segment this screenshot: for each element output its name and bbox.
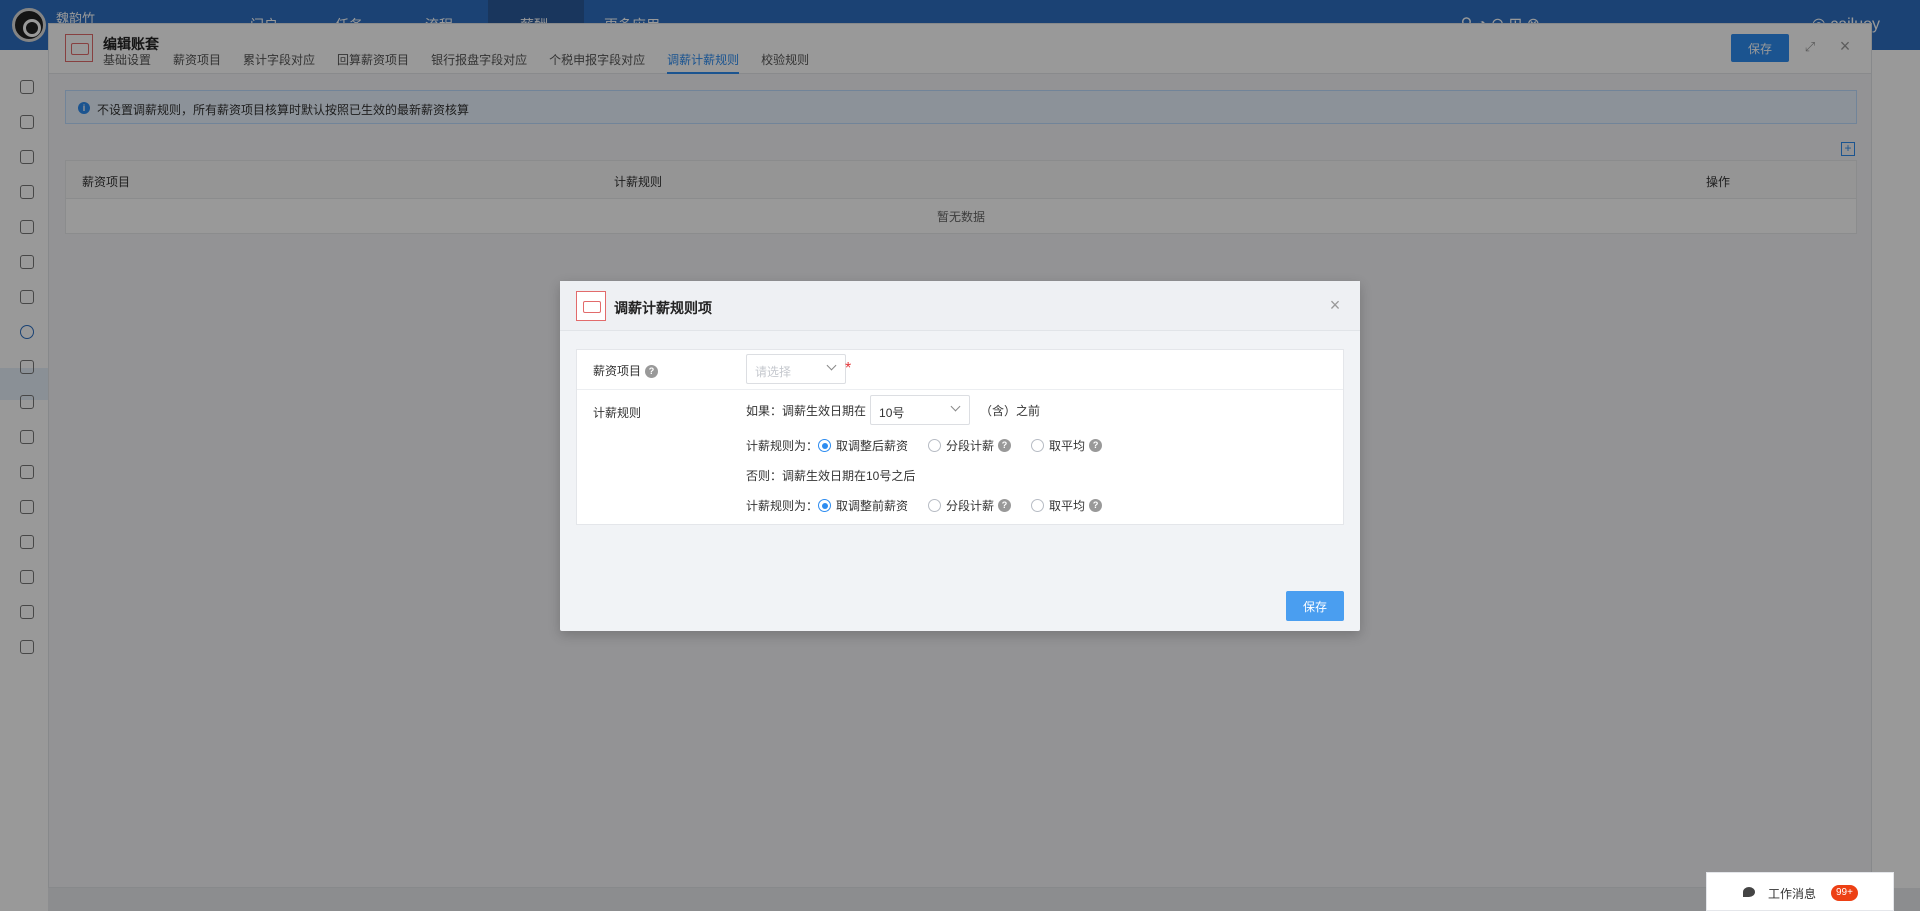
condition-suffix: （含）之前 <box>980 403 1041 418</box>
chevron-down-icon <box>950 401 961 412</box>
radio-take-before[interactable]: 取调整前薪资 <box>818 497 908 514</box>
radio-checked <box>818 439 832 452</box>
else-text: 否则：调薪生效日期在10号之后 <box>746 469 916 483</box>
work-message-label: 工作消息 <box>1768 887 1817 901</box>
form-row-salary-item: 薪资项目? 请选择 * <box>577 350 1343 390</box>
radio-segmented-before[interactable]: 分段计薪? <box>928 437 1012 454</box>
salary-item-select-placeholder: 请选择 <box>755 365 792 379</box>
help-icon[interactable]: ? <box>1089 499 1103 512</box>
rule-options-after: 计薪规则为： 取调整前薪资 分段计薪? 取平均? <box>746 497 1122 514</box>
radio-unchecked <box>1031 439 1045 452</box>
rule-prefix: 计薪规则为： <box>746 439 819 453</box>
payroll-icon <box>576 291 606 321</box>
salary-item-label-text: 薪资项目 <box>593 364 642 378</box>
radio-segmented-after[interactable]: 分段计薪? <box>928 497 1012 514</box>
salary-item-select[interactable]: 请选择 <box>746 354 846 384</box>
unread-badge: 99+ <box>1831 885 1858 901</box>
condition-prefix: 如果：调薪生效日期在 <box>746 403 867 418</box>
chevron-down-icon <box>826 360 837 371</box>
radio-average-after[interactable]: 取平均? <box>1031 497 1103 514</box>
salary-adjust-rule-modal: 调薪计薪规则项 × 薪资项目? 请选择 * 计薪规则 如果：调薪生效日期在 10… <box>560 281 1360 631</box>
radio-label: 分段计薪 <box>946 439 995 453</box>
day-select-value: 10号 <box>879 406 905 420</box>
help-icon[interactable]: ? <box>998 439 1012 452</box>
rule-form: 薪资项目? 请选择 * 计薪规则 如果：调薪生效日期在 10号 （含）之前 计薪… <box>576 349 1344 525</box>
close-icon[interactable]: × <box>1326 296 1344 314</box>
radio-label: 取平均 <box>1049 499 1086 513</box>
help-icon[interactable]: ? <box>998 499 1012 512</box>
help-icon[interactable]: ? <box>645 365 659 379</box>
radio-unchecked <box>928 439 942 452</box>
radio-label: 分段计薪 <box>946 499 995 513</box>
day-select[interactable]: 10号 <box>870 395 971 425</box>
radio-average-before[interactable]: 取平均? <box>1031 437 1103 454</box>
modal-header: 调薪计薪规则项 × <box>560 281 1360 331</box>
required-marker: * <box>845 360 852 377</box>
else-line: 否则：调薪生效日期在10号之后 <box>746 467 915 484</box>
condition-line: 如果：调薪生效日期在 10号 （含）之前 <box>746 395 1040 425</box>
modal-save-button[interactable]: 保存 <box>1286 591 1344 621</box>
radio-take-adjusted[interactable]: 取调整后薪资 <box>818 437 908 454</box>
radio-unchecked <box>928 499 942 512</box>
rule-prefix: 计薪规则为： <box>746 499 819 513</box>
rule-options-before: 计薪规则为： 取调整后薪资 分段计薪? 取平均? <box>746 437 1122 454</box>
radio-label: 取调整后薪资 <box>836 439 909 453</box>
radio-checked <box>818 499 832 512</box>
work-message-button[interactable]: 工作消息 99+ <box>1706 872 1894 911</box>
chat-icon <box>1743 887 1755 897</box>
salary-item-label: 薪资项目? <box>593 362 659 379</box>
radio-label: 取调整前薪资 <box>836 499 909 513</box>
modal-title: 调薪计薪规则项 <box>614 300 712 316</box>
radio-unchecked <box>1031 499 1045 512</box>
radio-label: 取平均 <box>1049 439 1086 453</box>
help-icon[interactable]: ? <box>1089 439 1103 452</box>
rule-label: 计薪规则 <box>593 406 642 420</box>
